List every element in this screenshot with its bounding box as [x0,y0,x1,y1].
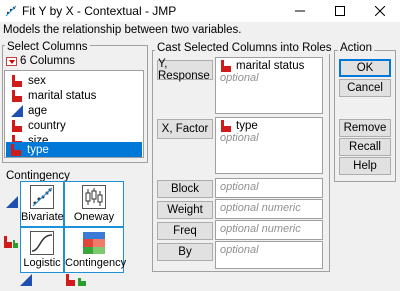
oneway-tile[interactable]: Oneway [64,181,124,227]
column-name: type [27,143,49,156]
nominal-icon [11,143,21,156]
tile-label: Logistic [23,257,61,269]
action-title: Action [338,42,374,54]
role-placeholder: optional [220,244,259,256]
y-response-box[interactable]: marital status optional [215,57,323,114]
nominal-icon [66,274,86,286]
role-value: type [236,120,258,132]
column-item-type[interactable]: type [6,142,142,157]
role-entry[interactable]: marital status [220,60,318,72]
dialog-description: Models the relationship between two vari… [3,24,242,36]
tile-label: Oneway [73,211,115,223]
cast-roles-title: Cast Selected Columns into Roles [155,42,334,54]
nominal-icon [12,74,22,87]
close-icon[interactable] [360,0,400,22]
select-columns-title: Select Columns [5,41,90,53]
role-entry[interactable]: type [220,120,318,132]
remove-button[interactable]: Remove [339,119,391,137]
bivariate-tile[interactable]: Bivariate [20,181,64,227]
nominal-icon [4,236,18,248]
box-plot-icon [82,185,106,209]
continuous-icon [6,196,18,208]
scatter-plot-icon [30,185,54,209]
y-response-button[interactable]: Y, Response [157,58,213,82]
nominal-icon [221,120,231,132]
logistic-tile[interactable]: Logistic [20,227,64,273]
columns-header: 6 Columns [6,55,75,67]
x-factor-button[interactable]: X, Factor [157,119,213,139]
nominal-icon [12,89,22,102]
contingency-tile[interactable]: Contingency [64,227,127,273]
continuous-icon [11,104,23,117]
freq-button[interactable]: Freq [157,222,213,240]
jmp-app-icon [5,5,17,17]
column-item-country[interactable]: country [7,118,141,133]
freq-box[interactable]: optional numeric [215,220,323,240]
mosaic-plot-icon [82,231,106,255]
column-name: sex [28,74,46,87]
window-title: Fit Y by X - Contextual - JMP [22,4,177,18]
role-placeholder: optional [220,181,259,193]
role-placeholder: optional [220,132,259,144]
x-factor-box[interactable]: type optional [215,117,323,174]
tile-label: Contingency [65,257,127,269]
column-name: marital status [28,89,97,102]
role-placeholder: optional numeric [220,202,301,214]
column-item-sex[interactable]: sex [7,73,141,88]
by-button[interactable]: By [157,243,213,261]
by-box[interactable]: optional [215,241,323,269]
column-item-age[interactable]: age [7,103,141,118]
red-triangle-menu-icon[interactable] [6,56,17,66]
block-button[interactable]: Block [157,180,213,198]
cancel-button[interactable]: Cancel [339,79,391,97]
continuous-icon [20,274,32,286]
role-value: marital status [236,60,305,72]
columns-count: 6 Columns [20,55,75,67]
weight-box[interactable]: optional numeric [215,199,323,219]
role-placeholder: optional numeric [220,223,301,235]
logistic-curve-icon [30,231,54,255]
help-button[interactable]: Help [339,157,391,175]
tile-label: Bivariate [21,211,64,223]
title-bar: Fit Y by X - Contextual - JMP [0,0,400,22]
ok-button[interactable]: OK [339,59,391,77]
weight-button[interactable]: Weight [157,201,213,219]
nominal-icon [12,119,22,132]
maximize-icon[interactable] [320,0,360,22]
column-name: country [28,119,66,132]
nominal-icon [221,60,231,72]
column-item-marital-status[interactable]: marital status [7,88,141,103]
role-placeholder: optional [220,72,259,84]
column-name: age [28,104,48,117]
minimize-icon[interactable] [280,0,320,22]
block-box[interactable]: optional [215,178,323,198]
recall-button[interactable]: Recall [339,138,391,156]
